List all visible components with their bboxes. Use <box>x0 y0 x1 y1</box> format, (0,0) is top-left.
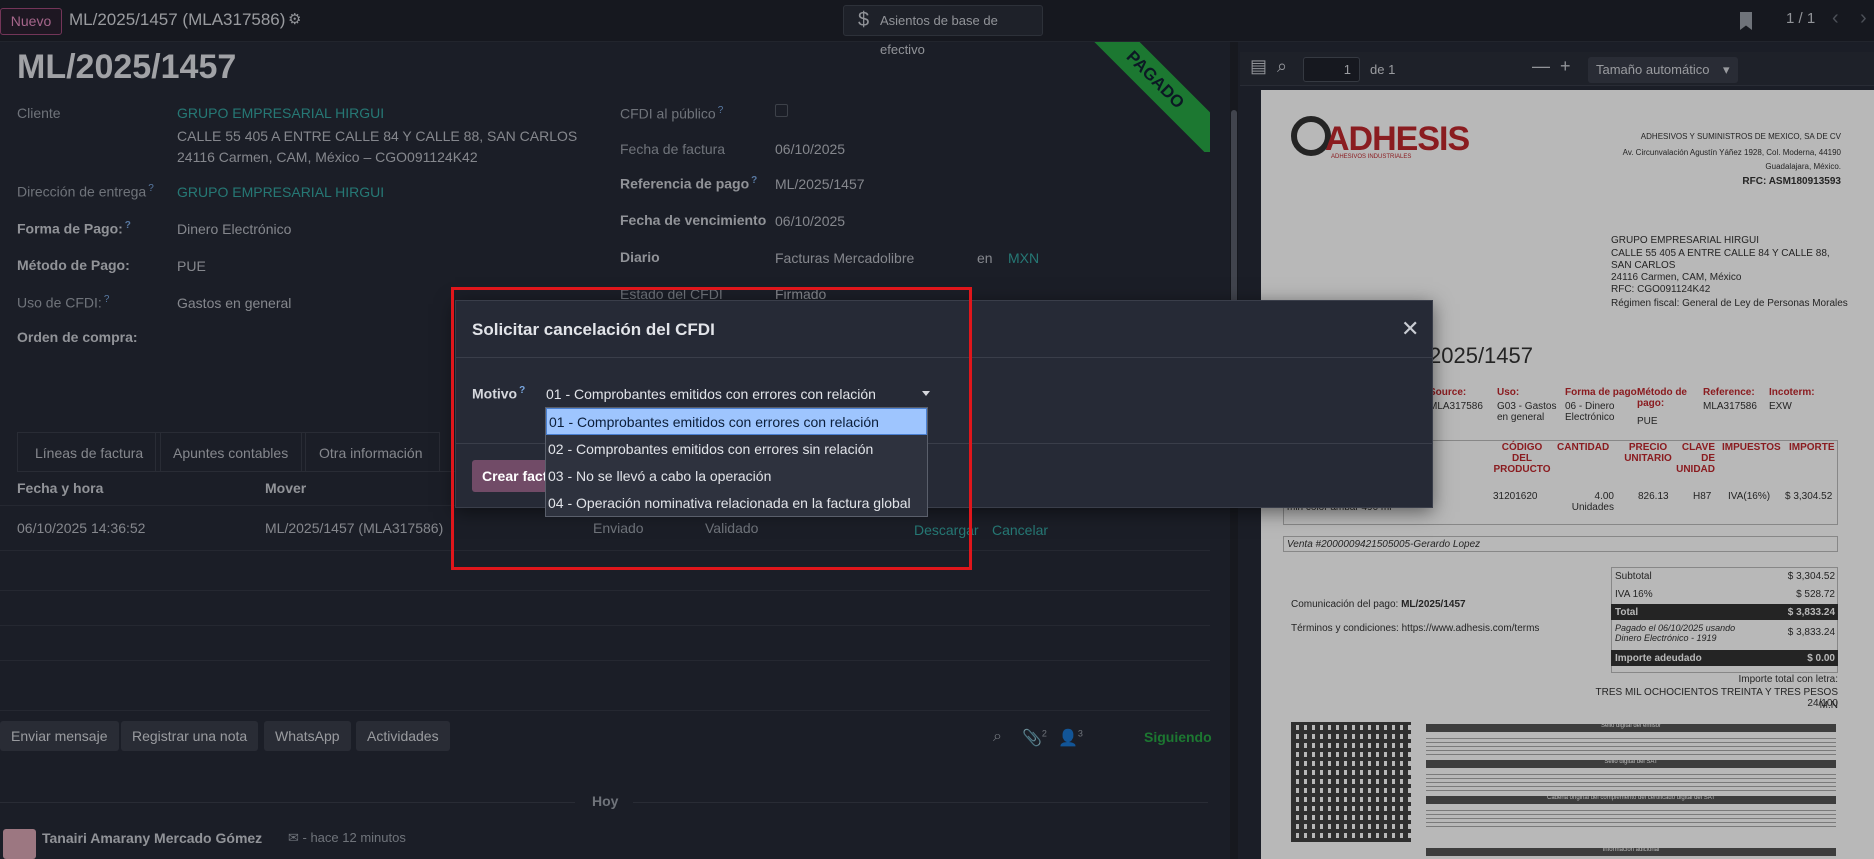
reason-option-02[interactable]: 02 - Comprobantes emitidos con errores s… <box>546 436 927 463</box>
reason-option-03[interactable]: 03 - No se llevó a cabo la operación <box>546 463 927 490</box>
reason-dropdown-list: 01 - Comprobantes emitidos con errores c… <box>545 407 928 517</box>
reason-option-01[interactable]: 01 - Comprobantes emitidos con errores c… <box>546 408 927 435</box>
create-invoice-button[interactable]: Crear factura <box>472 460 548 492</box>
close-icon[interactable]: ✕ <box>1401 316 1419 342</box>
reason-label: Motivo? <box>472 385 526 402</box>
reason-option-04[interactable]: 04 - Operación nominativa relacionada en… <box>546 490 927 517</box>
dialog-title: Solicitar cancelación del CFDI <box>472 320 715 339</box>
reason-select[interactable]: 01 - Comprobantes emitidos con errores c… <box>546 386 933 402</box>
help-icon: ? <box>519 385 526 396</box>
caret-down-icon[interactable] <box>922 391 930 396</box>
dialog-header: Solicitar cancelación del CFDI ✕ <box>456 301 1432 358</box>
